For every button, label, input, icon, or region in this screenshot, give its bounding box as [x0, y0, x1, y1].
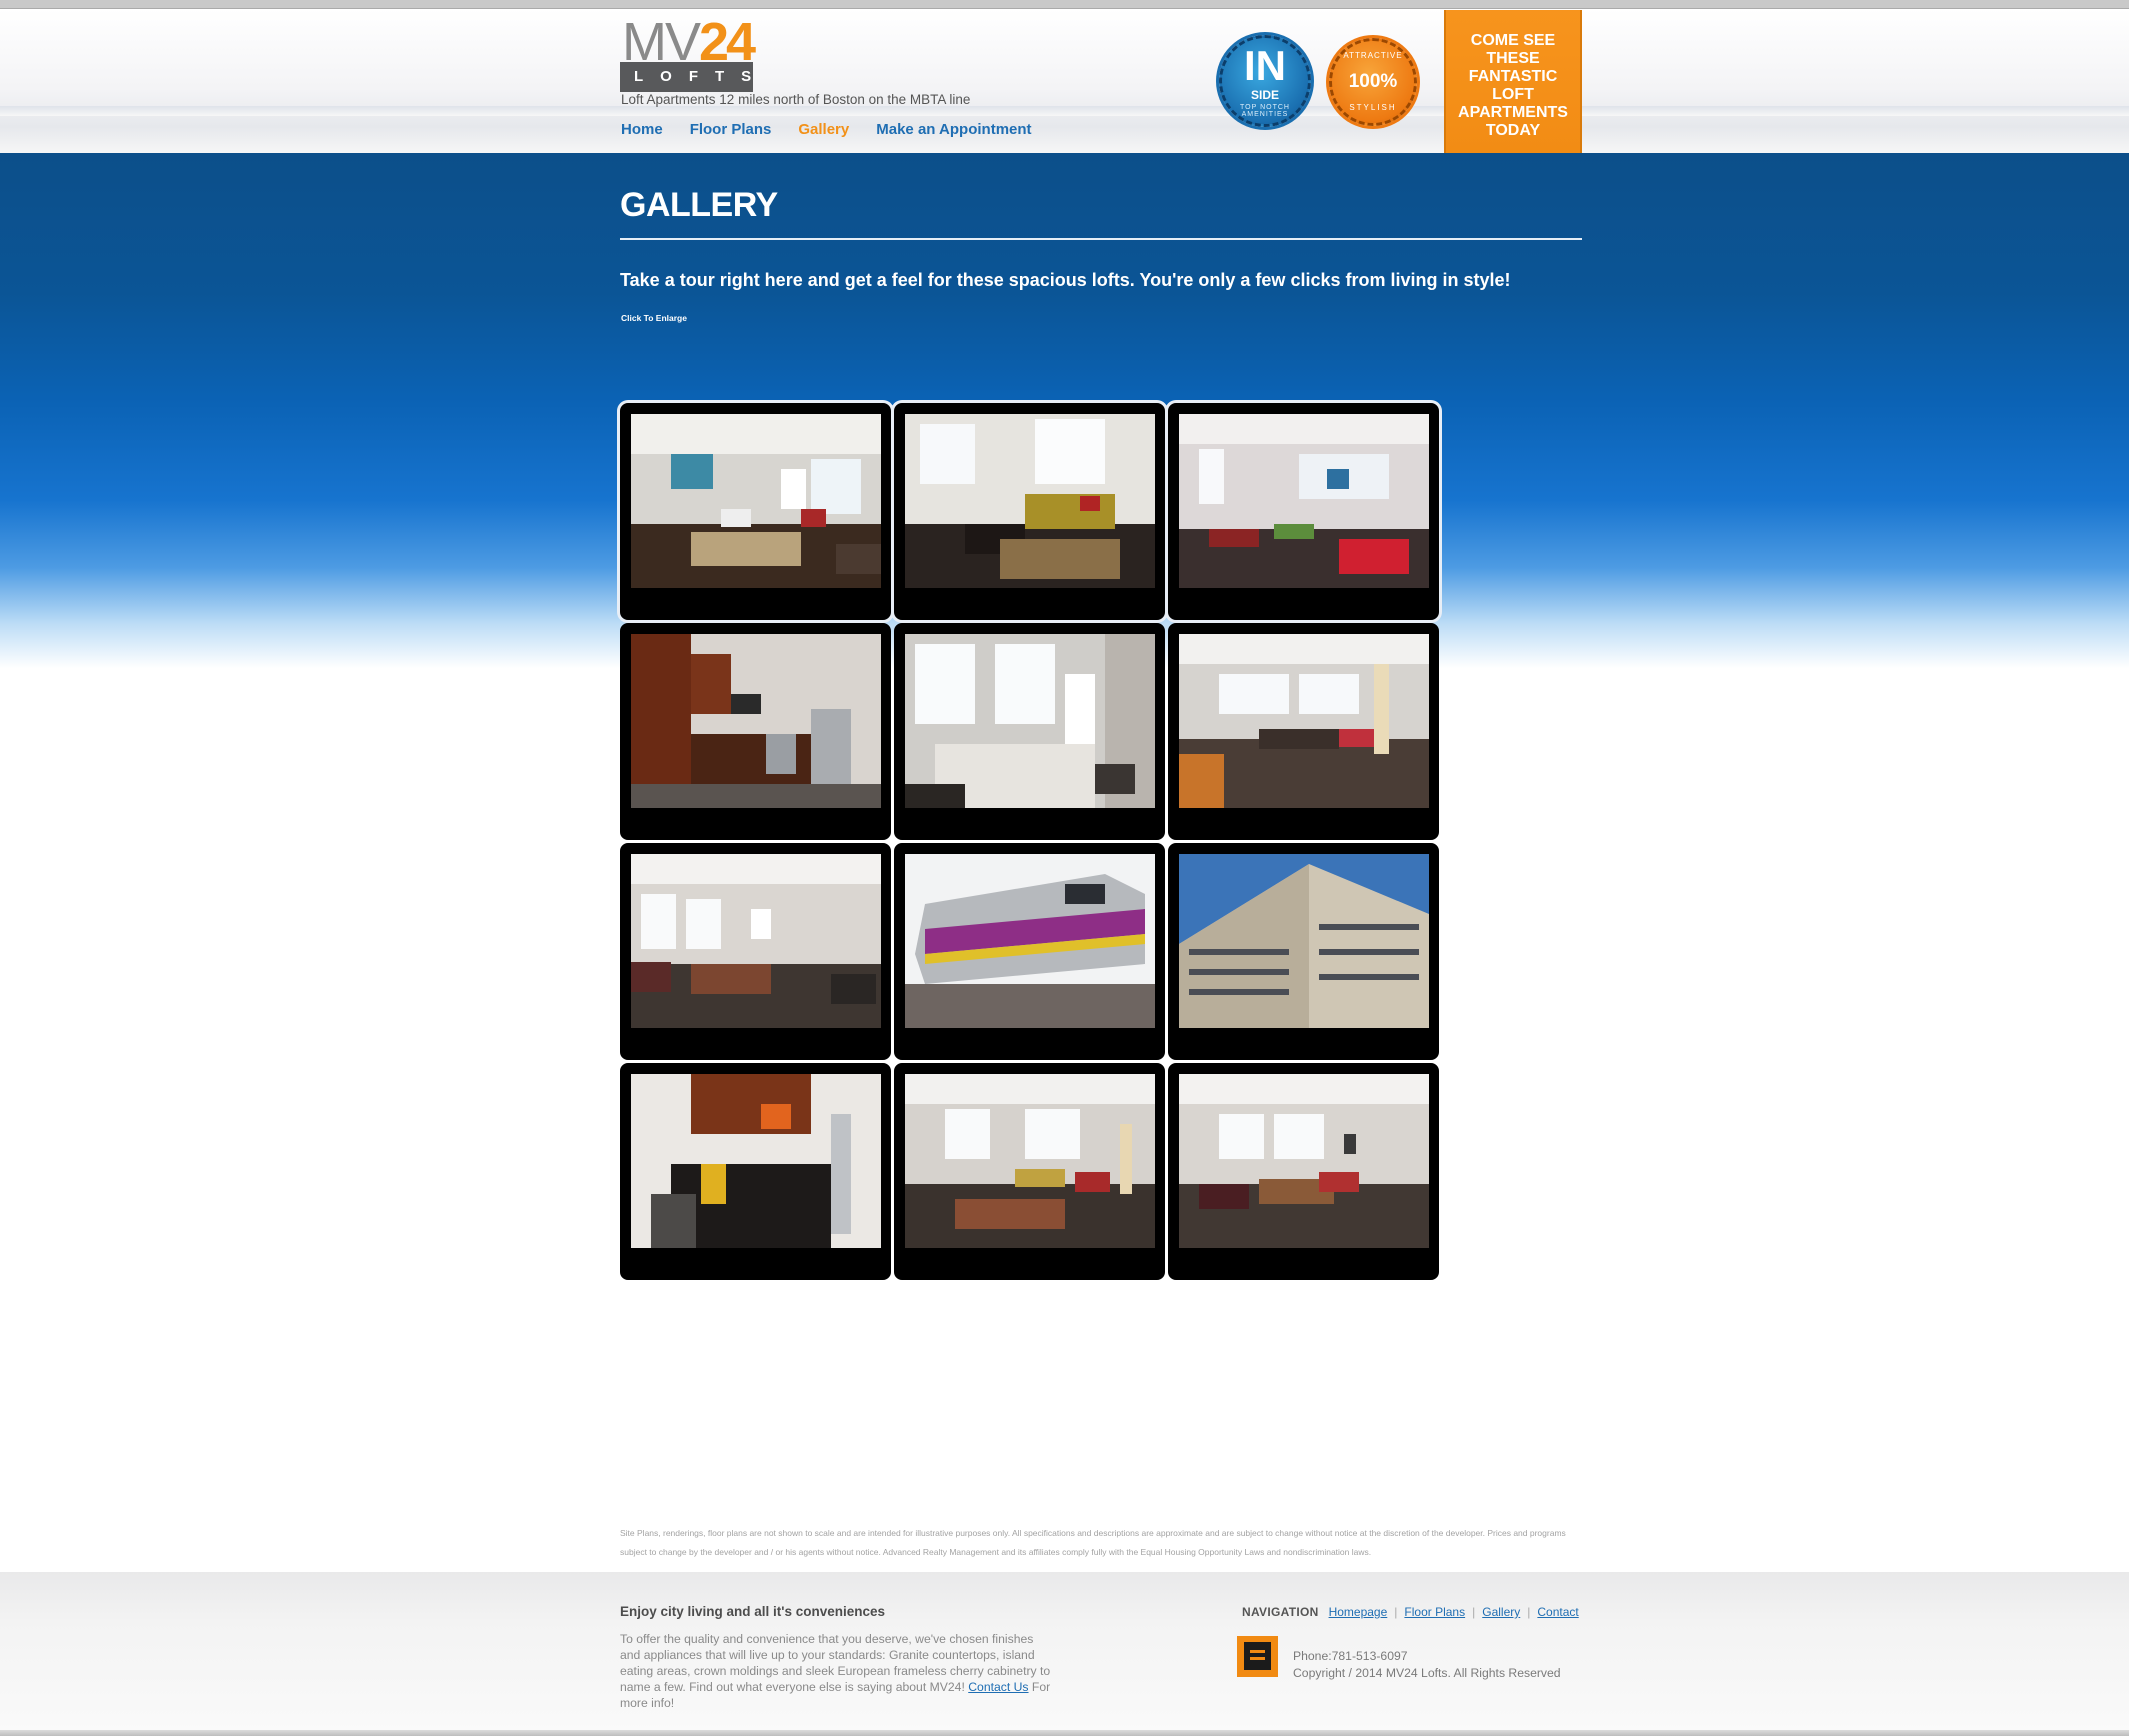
page-title: GALLERY	[620, 186, 778, 224]
footer-nav-separator: |	[1527, 1605, 1531, 1619]
badge-amenities-text: TOP NOTCH AMENITIES	[1240, 104, 1290, 118]
header-band	[0, 106, 2129, 116]
living-room-dining-photo	[631, 414, 881, 588]
badge-side-text: SIDE	[1250, 88, 1279, 102]
gallery-thumb-2[interactable]	[894, 403, 1165, 620]
dock-edge	[0, 1730, 2129, 1736]
badge-100-text: 100%	[1348, 71, 1398, 92]
gallery-thumb-12[interactable]	[1168, 1063, 1439, 1280]
footer-link-contact[interactable]: Contact	[1537, 1605, 1578, 1619]
gallery-thumb-5[interactable]	[894, 623, 1165, 840]
gallery-thumb-1[interactable]	[620, 403, 891, 620]
nav-home[interactable]: Home	[621, 121, 663, 138]
site-header	[0, 9, 2129, 153]
footer-link-gallery[interactable]: Gallery	[1482, 1605, 1520, 1619]
living-room-wide-photo	[1179, 1074, 1429, 1248]
ribbon-line-3: FANTASTIC LOFT	[1468, 68, 1558, 103]
title-divider	[620, 238, 1582, 240]
gallery-thumb-8[interactable]	[894, 843, 1165, 1060]
gallery-thumb-3[interactable]	[1168, 403, 1439, 620]
footer-nav-label: NAVIGATION	[1242, 1605, 1319, 1619]
footer-phone: Phone:781-513-6097	[1293, 1649, 1408, 1663]
footer-copyright: Copyright / 2014 MV24 Lofts. All Rights …	[1293, 1666, 1561, 1680]
site-logo[interactable]: MV24 LOFTS	[620, 15, 756, 92]
gallery-thumb-10[interactable]	[620, 1063, 891, 1280]
ribbon-line-1: COME SEE	[1470, 32, 1556, 49]
kitchen-cherry-cabinets-photo	[631, 634, 881, 808]
gallery-thumb-7[interactable]	[620, 843, 891, 1060]
footer-link-floor-plans[interactable]: Floor Plans	[1404, 1605, 1465, 1619]
living-room-yellow-sofa-photo	[905, 414, 1155, 588]
equal-housing-icon	[1237, 1636, 1278, 1677]
badge-stylish-text: STYLISH	[1349, 103, 1397, 112]
footer-description: To offer the quality and convenience tha…	[620, 1631, 1052, 1711]
footer-nav-separator: |	[1472, 1605, 1476, 1619]
living-room-red-chairs-photo	[1179, 414, 1429, 588]
page-intro: Take a tour right here and get a feel fo…	[620, 270, 1511, 290]
footer-nav-separator: |	[1394, 1605, 1398, 1619]
gallery-thumb-11[interactable]	[894, 1063, 1165, 1280]
badge-in-text: IN	[1244, 42, 1286, 89]
gallery-thumb-6[interactable]	[1168, 623, 1439, 840]
footer-contact-link[interactable]: Contact Us	[968, 1680, 1028, 1694]
nav-gallery[interactable]: Gallery	[798, 121, 849, 138]
click-to-enlarge-hint: Click To Enlarge	[621, 313, 687, 323]
ribbon-line-5: TODAY	[1485, 122, 1541, 139]
ribbon-line-2: THESE	[1486, 50, 1540, 67]
footer-contact-info: Phone:781-513-6097 Copyright / 2014 MV24…	[1293, 1648, 1561, 1682]
site-tagline: Loft Apartments 12 miles north of Boston…	[621, 92, 971, 107]
site-footer	[0, 1572, 2129, 1736]
legal-disclaimer: Site Plans, renderings, floor plans are …	[620, 1528, 1566, 1557]
logo-lofts-bar: LOFTS	[620, 62, 753, 92]
footer-title: Enjoy city living and all it's convenien…	[620, 1604, 886, 1619]
kitchen-island-photo	[631, 1074, 881, 1248]
living-room-windows-photo	[631, 854, 881, 1028]
ribbon-line-4: APARTMENTS	[1458, 104, 1568, 121]
browser-top-edge	[0, 0, 2129, 9]
loft-building-exterior-photo	[1179, 854, 1429, 1028]
nav-floor-plans[interactable]: Floor Plans	[690, 121, 772, 138]
badge-attractive-text: ATTRACTIVE	[1343, 51, 1403, 60]
gallery-thumb-4[interactable]	[620, 623, 891, 840]
main-nav: Home Floor Plans Gallery Make an Appoint…	[621, 121, 1032, 138]
mbta-commuter-train-photo	[905, 854, 1155, 1028]
open-living-area-photo	[1179, 634, 1429, 808]
gallery-thumb-9[interactable]	[1168, 843, 1439, 1060]
living-room-rug-photo	[905, 1074, 1155, 1248]
footer-navigation: NAVIGATION Homepage | Floor Plans | Gall…	[1242, 1605, 1579, 1619]
bedroom-sunlight-photo	[905, 634, 1155, 808]
nav-make-appointment[interactable]: Make an Appointment	[876, 121, 1031, 138]
inside-amenities-badge: IN SIDE TOP NOTCH AMENITIES	[1219, 35, 1311, 127]
footer-link-homepage[interactable]: Homepage	[1329, 1605, 1388, 1619]
stylish-badge: ATTRACTIVE 100% STYLISH	[1329, 38, 1417, 126]
